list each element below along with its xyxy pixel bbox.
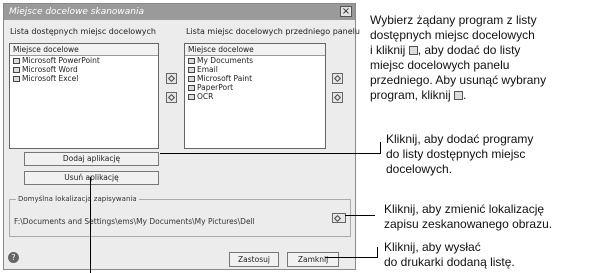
paperport-icon: [188, 85, 195, 91]
list-item[interactable]: Microsoft Excel: [10, 74, 158, 83]
help-icon[interactable]: ?: [8, 252, 19, 263]
excel-icon: [13, 76, 20, 82]
dialog-titlebar: Miejsce docelowe skanowania ×: [4, 4, 355, 20]
folder-icon: [333, 214, 342, 223]
add-to-panel-button[interactable]: [166, 73, 177, 84]
list-item[interactable]: Microsoft PowerPoint: [10, 56, 158, 65]
email-icon: [188, 67, 195, 73]
callout-line-add: [160, 153, 380, 154]
note-add-remove: Wybierz żądany program z listy dostępnyc…: [370, 13, 547, 102]
available-list-label: Lista dostępnych miejsc docelowych: [10, 27, 156, 36]
add-arrow-icon: [408, 46, 418, 55]
note-send-list: Kliknij, aby wysłać do drukarki dodaną l…: [384, 240, 515, 269]
remove-from-panel-button[interactable]: [166, 92, 177, 103]
note-change-location: Kliknij, aby zmienić lokalizację zapisu …: [384, 202, 553, 231]
note-add-programs: Kliknij, aby dodać programy do listy dos…: [386, 132, 534, 176]
save-location-path: F:\Documents and Settings\ems\My Documen…: [14, 217, 255, 226]
callout-line-browse: [345, 215, 375, 216]
callout-line-add-v: [380, 142, 381, 154]
scan-destination-dialog: Miejsce docelowe skanowania × Lista dost…: [3, 3, 360, 270]
save-location-group: Domyślna lokalizacja zapisywania F:\Docu…: [9, 195, 351, 237]
available-list-header: Miejsce docelowe: [10, 44, 158, 56]
remove-arrow-icon: [454, 91, 464, 100]
front-panel-list-header: Miejsce docelowe: [185, 44, 325, 56]
browse-folder-button[interactable]: [332, 213, 346, 223]
callout-line-close: [325, 257, 377, 258]
apply-button[interactable]: Zastosuj: [229, 252, 279, 267]
move-down-button[interactable]: [332, 92, 343, 103]
front-panel-list-label: Lista miejsc docelowych przedniego panel…: [186, 27, 360, 36]
list-item[interactable]: OCR: [185, 92, 325, 101]
remove-app-button[interactable]: Usuń aplikację: [24, 171, 159, 185]
list-item[interactable]: Microsoft Word: [10, 65, 158, 74]
folder-icon: [188, 58, 195, 64]
word-icon: [13, 67, 20, 73]
available-destinations-list[interactable]: Miejsce docelowe Microsoft PowerPoint Mi…: [9, 43, 159, 149]
dialog-title: Miejsce docelowe skanowania: [9, 7, 145, 17]
list-item[interactable]: PaperPort: [185, 83, 325, 92]
arrow-up-icon: [333, 74, 342, 83]
arrow-right-icon: [167, 74, 176, 83]
close-button[interactable]: Zamknij: [287, 252, 339, 267]
powerpoint-icon: [13, 58, 20, 64]
callout-line-remove: [90, 177, 91, 273]
add-app-button[interactable]: Dodaj aplikację: [24, 152, 159, 166]
callout-line-close-v: [377, 247, 378, 258]
paint-icon: [188, 76, 195, 82]
move-up-button[interactable]: [332, 73, 343, 84]
list-item[interactable]: Microsoft Paint: [185, 74, 325, 83]
list-item[interactable]: Email: [185, 65, 325, 74]
arrow-down-icon: [333, 93, 342, 102]
front-panel-destinations-list[interactable]: Miejsce docelowe My Documents Email Micr…: [184, 43, 326, 149]
arrow-left-icon: [167, 93, 176, 102]
ocr-icon: [188, 94, 195, 100]
save-location-label: Domyślna lokalizacja zapisywania: [16, 195, 139, 203]
close-icon[interactable]: ×: [340, 6, 352, 17]
list-item[interactable]: My Documents: [185, 56, 325, 65]
